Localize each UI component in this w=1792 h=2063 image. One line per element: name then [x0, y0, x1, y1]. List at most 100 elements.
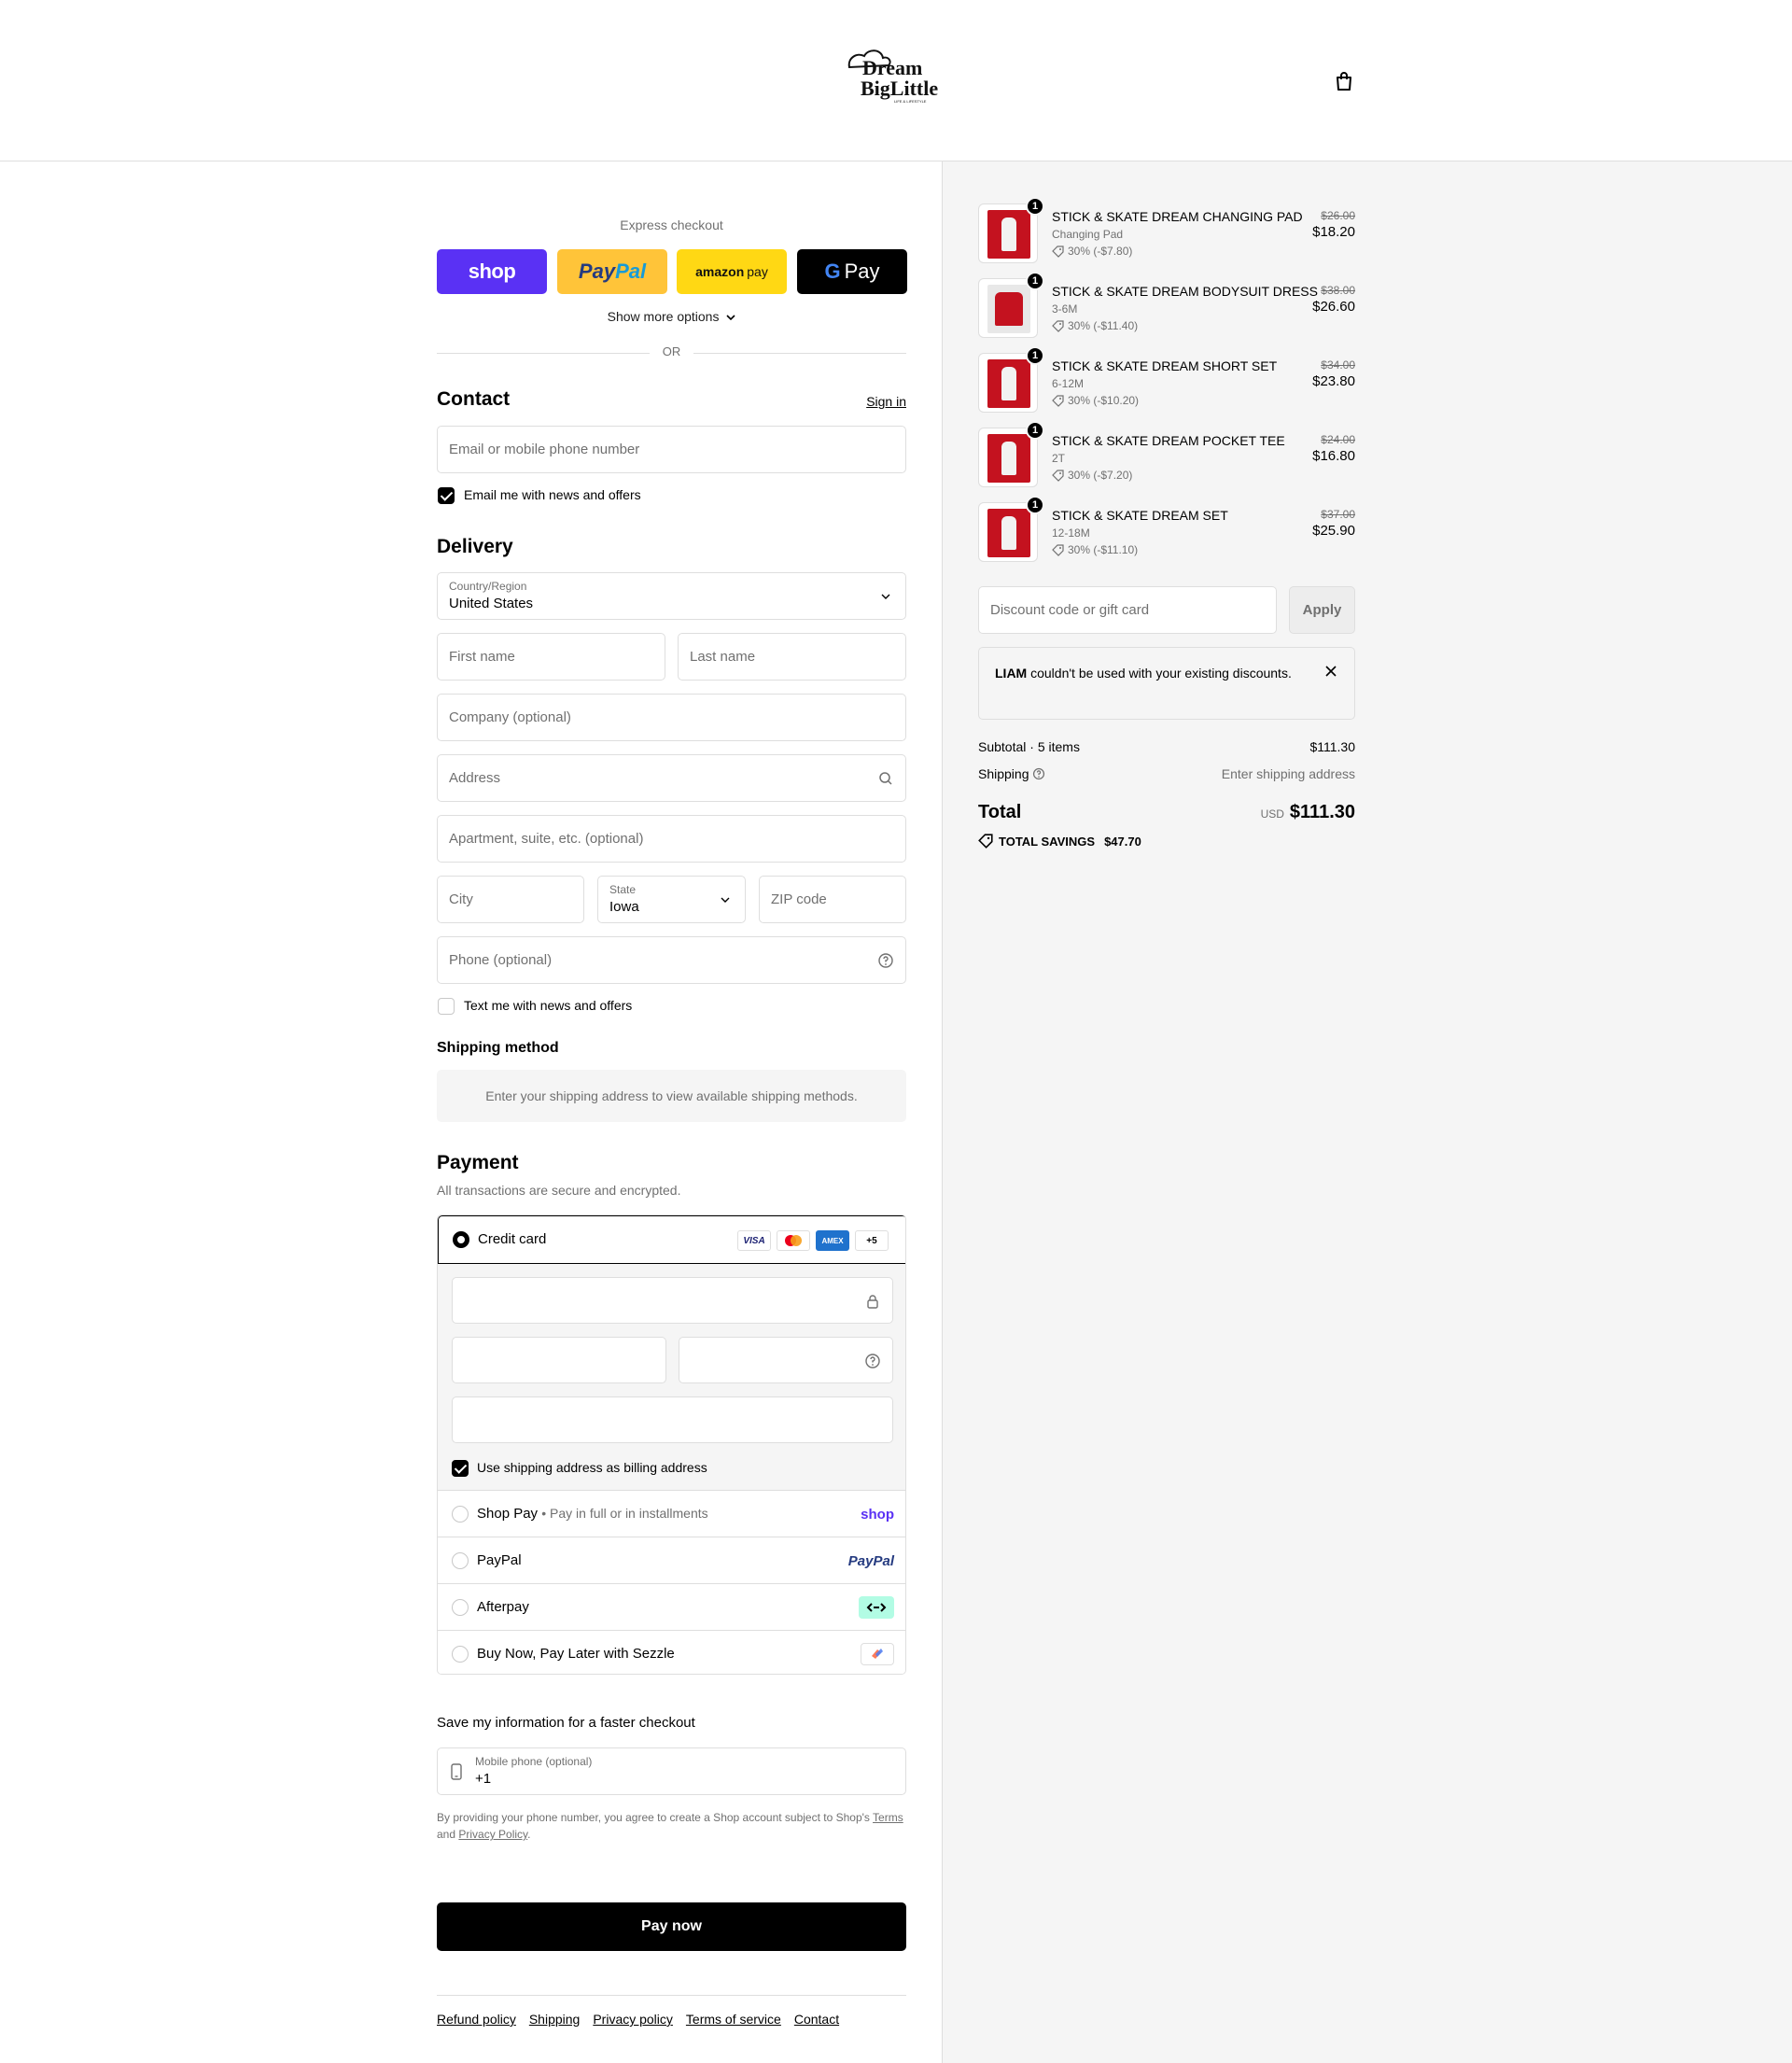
email-news-checkbox[interactable]: [438, 487, 455, 504]
close-icon[interactable]: [1324, 665, 1337, 678]
company-placeholder: Company (optional): [449, 709, 571, 725]
help-circle-icon[interactable]: [877, 952, 894, 969]
afterpay-radio[interactable]: [452, 1599, 469, 1616]
text-news-label: Text me with news and offers: [464, 998, 633, 1013]
zip-field[interactable]: ZIP code: [759, 876, 906, 923]
country-select[interactable]: Country/Region United States: [437, 572, 906, 620]
sign-in-link[interactable]: Sign in: [866, 394, 906, 409]
google-pay-button[interactable]: G Pay: [797, 249, 907, 294]
shop-pay-radio[interactable]: [452, 1506, 469, 1523]
shop-pay-button-label: shop: [468, 260, 516, 283]
total-savings-label: TOTAL SAVINGS: [999, 834, 1096, 849]
first-name-field[interactable]: First name: [437, 633, 665, 681]
shop-pay-button[interactable]: shop: [437, 249, 547, 294]
shop-pay-option[interactable]: Shop Pay • Pay in full or in installment…: [438, 1490, 905, 1537]
afterpay-option[interactable]: Afterpay: [438, 1583, 905, 1630]
contact-link[interactable]: Contact: [794, 2012, 839, 2027]
pay-now-label: Pay now: [641, 1918, 702, 1934]
tag-icon: [1052, 543, 1064, 556]
amazon-pay-button[interactable]: amazon pay: [677, 249, 787, 294]
product-discount: 30% (-$7.20): [1052, 469, 1132, 482]
show-more-options-link[interactable]: Show more options: [437, 309, 906, 324]
credit-card-option[interactable]: Credit card VISA AMEX +5: [438, 1215, 905, 1264]
store-logo[interactable]: Dream BigLittle LIFE & LIFESTYLE: [846, 47, 945, 108]
product-discount: 30% (-$11.40): [1052, 319, 1138, 332]
total-value: $111.30: [1289, 802, 1355, 822]
or-divider: OR: [437, 344, 906, 361]
phone-field[interactable]: Phone (optional): [437, 936, 906, 984]
tag-icon: [978, 834, 993, 849]
product-original-price: $26.00: [1321, 209, 1355, 222]
sezzle-option[interactable]: Buy Now, Pay Later with Sezzle: [438, 1630, 905, 1674]
express-checkout-label: Express checkout: [620, 218, 723, 232]
billing-address-checkbox[interactable]: [452, 1460, 469, 1477]
paypal-radio[interactable]: [452, 1552, 469, 1569]
email-field[interactable]: Email or mobile phone number: [437, 426, 906, 473]
product-discount-text: 30% (-$10.20): [1068, 394, 1140, 407]
amex-label: AMEX: [821, 1236, 844, 1245]
apply-discount-button[interactable]: Apply: [1289, 586, 1355, 634]
shop-pay-option-subtitle: Pay in full or in installments: [550, 1506, 708, 1521]
mobile-phone-icon: [451, 1763, 462, 1784]
discount-code-field[interactable]: Discount code or gift card: [978, 586, 1277, 634]
shop-pay-option-label: Shop Pay • Pay in full or in installment…: [477, 1506, 708, 1522]
product-name: STICK & SKATE DREAM SET: [1052, 508, 1228, 523]
cart-bag-icon[interactable]: [1333, 69, 1355, 93]
product-original-price: $38.00: [1321, 284, 1355, 297]
cart-line-item: 1 STICK & SKATE DREAM SET 12-18M 30% (-$…: [978, 496, 1355, 568]
credit-card-radio[interactable]: [453, 1231, 469, 1248]
text-news-checkbox[interactable]: [438, 998, 455, 1015]
shop-terms-link[interactable]: Terms: [873, 1811, 903, 1824]
tag-icon: [1052, 469, 1064, 482]
product-discount: 30% (-$7.80): [1052, 245, 1132, 258]
shipping-policy-link[interactable]: Shipping: [529, 2012, 581, 2027]
save-phone-field[interactable]: Mobile phone (optional) +1: [437, 1747, 906, 1795]
last-name-field[interactable]: Last name: [678, 633, 906, 681]
company-field[interactable]: Company (optional): [437, 694, 906, 741]
terms-of-service-link[interactable]: Terms of service: [686, 2012, 781, 2027]
phone-placeholder: Phone (optional): [449, 952, 553, 968]
shop-privacy-link[interactable]: Privacy Policy: [458, 1828, 527, 1841]
product-image: [987, 285, 1030, 333]
credit-card-form: Use shipping address as billing address: [438, 1264, 905, 1490]
pay-now-button[interactable]: Pay now: [437, 1902, 906, 1951]
refund-policy-link[interactable]: Refund policy: [437, 2012, 516, 2027]
shop-account-legal-text: By providing your phone number, you agre…: [437, 1809, 906, 1843]
apartment-field[interactable]: Apartment, suite, etc. (optional): [437, 815, 906, 863]
contact-title: Contact: [437, 388, 511, 410]
chevron-down-icon: [877, 588, 894, 605]
lock-icon: [864, 1293, 881, 1310]
visa-icon: VISA: [737, 1230, 771, 1251]
shipping-value: Enter shipping address: [1221, 766, 1355, 781]
more-cards-badge: +5: [855, 1230, 889, 1251]
google-pay-label: Pay: [844, 260, 880, 283]
legal-text-end: .: [527, 1828, 531, 1841]
privacy-policy-link[interactable]: Privacy policy: [593, 2012, 673, 2027]
address-field[interactable]: Address: [437, 754, 906, 802]
country-label: Country/Region: [449, 580, 527, 593]
afterpay-option-label: Afterpay: [477, 1599, 529, 1615]
sezzle-radio[interactable]: [452, 1646, 469, 1663]
name-on-card-field[interactable]: [452, 1396, 893, 1443]
city-field[interactable]: City: [437, 876, 584, 923]
cart-line-item: 1 STICK & SKATE DREAM BODYSUIT DRESS 3-6…: [978, 272, 1355, 344]
product-price: $23.80: [1312, 373, 1355, 389]
paypal-button[interactable]: Pay Pal: [557, 249, 667, 294]
state-select[interactable]: State Iowa: [597, 876, 746, 923]
paypal-option[interactable]: PayPal PayPal: [438, 1537, 905, 1583]
help-circle-icon[interactable]: [864, 1353, 881, 1369]
security-code-field[interactable]: [679, 1337, 893, 1383]
quantity-badge: 1: [1026, 421, 1044, 440]
subtotal-value: $111.30: [1309, 739, 1355, 754]
state-label: State: [609, 883, 637, 896]
help-circle-icon[interactable]: [1032, 767, 1045, 783]
product-original-price: $24.00: [1321, 433, 1355, 446]
paypal-logo-pal: Pal: [615, 260, 647, 283]
store-logo-image: Dream BigLittle LIFE & LIFESTYLE: [847, 49, 938, 104]
card-number-field[interactable]: [452, 1277, 893, 1324]
discount-code-name: LIAM: [995, 666, 1028, 681]
discount-error-message: couldn't be used with your existing disc…: [1030, 666, 1292, 681]
chevron-down-icon: [726, 309, 735, 324]
expiration-date-field[interactable]: [452, 1337, 666, 1383]
zip-placeholder: ZIP code: [771, 891, 827, 907]
